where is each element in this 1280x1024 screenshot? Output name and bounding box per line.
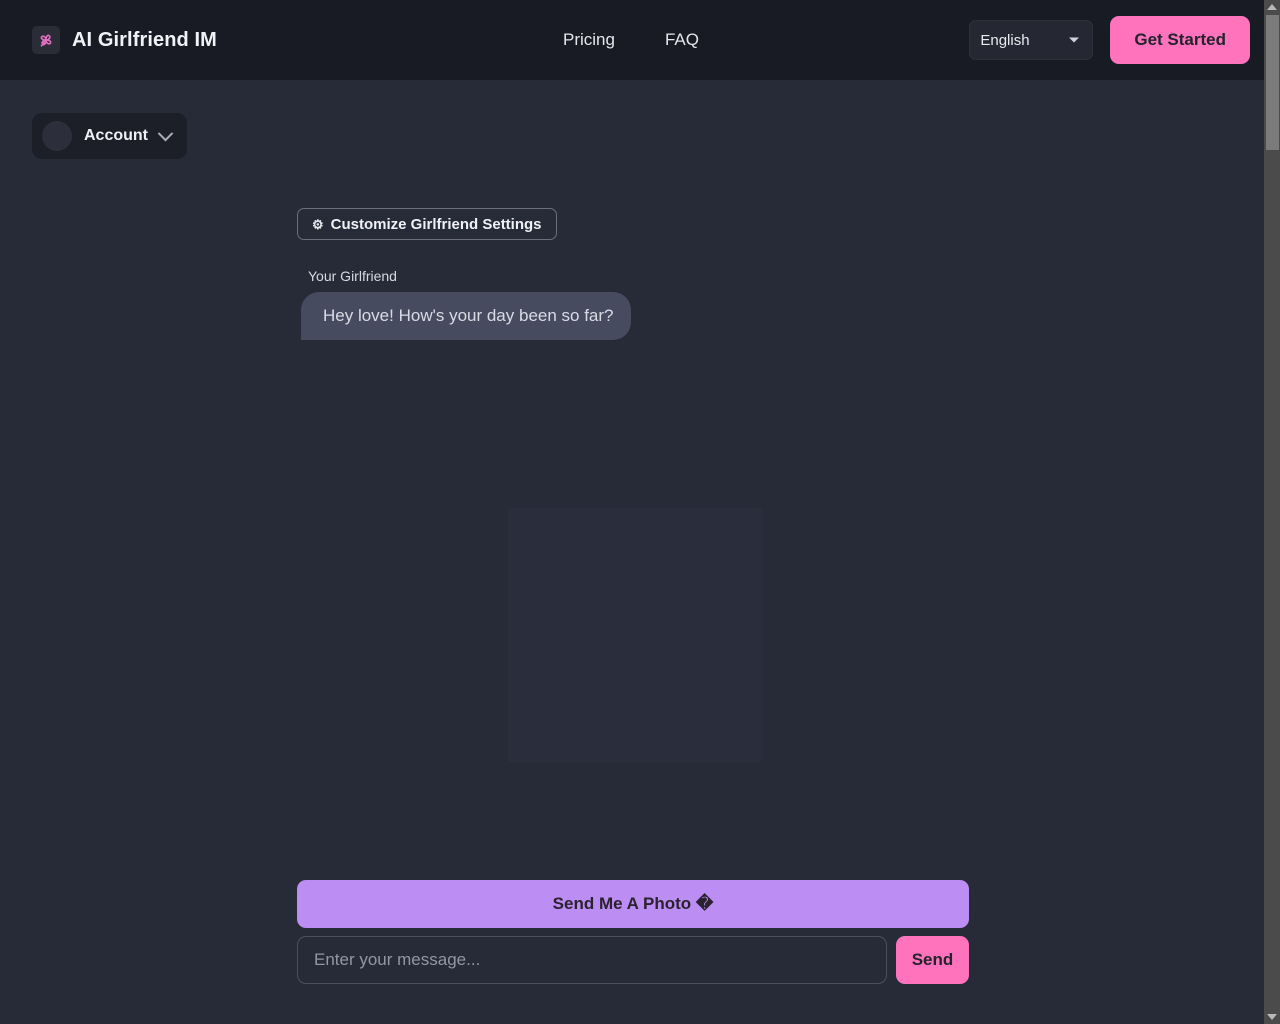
customize-label: Customize Girlfriend Settings bbox=[330, 215, 542, 233]
message-sender: Your Girlfriend bbox=[308, 268, 397, 284]
language-select[interactable]: English bbox=[969, 20, 1094, 60]
message-item: Your Girlfriend Hey love! How's your day… bbox=[301, 268, 961, 341]
chevron-down-icon bbox=[157, 125, 174, 141]
message-composer: Send Me A Photo � Send bbox=[297, 880, 969, 984]
scrollbar-thumb[interactable] bbox=[1266, 15, 1279, 150]
composer-row: Send bbox=[297, 936, 969, 984]
chat-column: ⚙ Customize Girlfriend Settings Your Gir… bbox=[297, 0, 969, 1024]
send-button[interactable]: Send bbox=[896, 936, 969, 984]
user-avatar-placeholder bbox=[42, 121, 72, 151]
get-started-button[interactable]: Get Started bbox=[1110, 16, 1250, 64]
scroll-up-arrow-icon[interactable] bbox=[1264, 0, 1280, 14]
message-input[interactable] bbox=[297, 936, 887, 984]
clover-logo-icon bbox=[32, 26, 60, 54]
account-menu-button[interactable]: Account bbox=[32, 113, 187, 159]
page-viewport: AI Girlfriend IM Pricing FAQ English Get… bbox=[0, 0, 1264, 1024]
account-label: Account bbox=[84, 127, 148, 144]
message-bubble: Hey love! How's your day been so far? bbox=[301, 292, 631, 341]
vertical-scrollbar[interactable] bbox=[1264, 0, 1280, 1024]
language-select-wrapper: English bbox=[969, 20, 1094, 60]
brand-title: AI Girlfriend IM bbox=[72, 28, 217, 51]
send-me-a-photo-button[interactable]: Send Me A Photo � bbox=[297, 880, 969, 928]
scroll-down-arrow-icon[interactable] bbox=[1264, 1010, 1280, 1024]
gear-icon: ⚙ bbox=[312, 216, 324, 232]
header-actions: English Get Started bbox=[969, 16, 1250, 64]
customize-girlfriend-settings-button[interactable]: ⚙ Customize Girlfriend Settings bbox=[297, 208, 557, 240]
photo-placeholder bbox=[508, 508, 762, 762]
brand[interactable]: AI Girlfriend IM bbox=[32, 26, 217, 54]
